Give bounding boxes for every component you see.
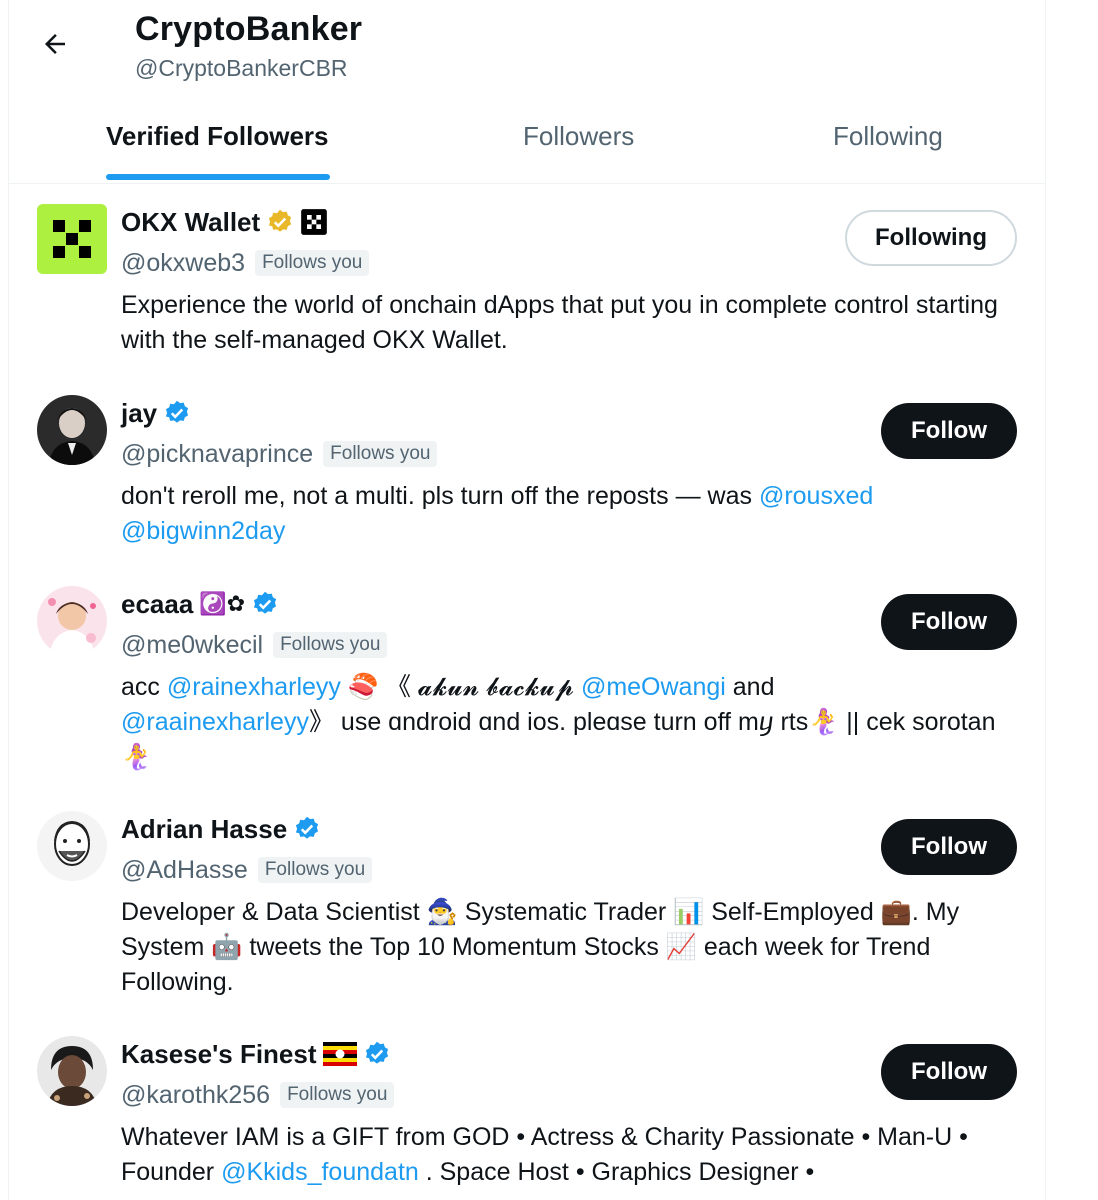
tab-followers[interactable]: Followers bbox=[523, 104, 634, 184]
bio-text: and bbox=[725, 673, 775, 701]
okx-affiliate-icon bbox=[301, 209, 328, 235]
main-column: CryptoBanker @CryptoBankerCBR Verified F… bbox=[8, 0, 1046, 1200]
user-name-line: jay bbox=[121, 395, 191, 431]
user-name-line: ecaaa ☯️✿ bbox=[121, 586, 279, 622]
follows-you-badge: Follows you bbox=[257, 857, 373, 883]
tab-following[interactable]: Following bbox=[833, 104, 943, 184]
handle-line: @AdHasse Follows you bbox=[121, 853, 373, 887]
blue-verified-badge-icon bbox=[166, 400, 189, 423]
user-bio: Developer & Data Scientist 🧙‍♂️ Systemat… bbox=[121, 898, 960, 996]
bio-text: don't reroll me, not a multi. pls turn o… bbox=[121, 482, 759, 510]
avatar[interactable] bbox=[37, 811, 107, 881]
avatar-photo bbox=[37, 395, 107, 465]
user-handle[interactable]: @karothk256 bbox=[121, 1081, 270, 1110]
user-bio: Whatever IAM is a GIFT from GOD • Actres… bbox=[121, 1120, 1011, 1190]
follow-button[interactable]: Follow bbox=[881, 1044, 1017, 1100]
following-button[interactable]: Following bbox=[845, 210, 1017, 266]
user-name[interactable]: Adrian Hasse bbox=[121, 814, 287, 845]
follow-button[interactable]: Follow bbox=[881, 594, 1017, 650]
mention-link[interactable]: @raainexharleyy bbox=[121, 708, 309, 736]
user-handle[interactable]: @AdHasse bbox=[121, 856, 248, 885]
bio-text: . Space Host • Graphics Designer • bbox=[418, 1158, 815, 1186]
user-name-line: OKX Wallet bbox=[121, 204, 328, 240]
avatar-photo bbox=[37, 586, 107, 656]
follows-you-badge: Follows you bbox=[255, 250, 370, 276]
avatar-photo bbox=[37, 811, 107, 881]
user-bio: acc @rainexharleyy 🍣 《 𝓪𝓴𝓾𝓷 𝓫𝓪𝓬𝓴𝓾𝓹 @meOw… bbox=[121, 670, 1011, 775]
name-emoji: ☯️✿ bbox=[199, 591, 246, 616]
handle-line: @okxweb3 Follows you bbox=[121, 246, 370, 280]
avatar[interactable] bbox=[37, 395, 107, 465]
user-bio: don't reroll me, not a multi. pls turn o… bbox=[121, 479, 1011, 549]
profile-handle: @CryptoBankerCBR bbox=[135, 55, 348, 81]
blue-verified-badge-icon bbox=[296, 816, 319, 839]
avatar[interactable] bbox=[37, 586, 107, 656]
handle-line: @karothk256 Follows you bbox=[121, 1078, 395, 1112]
avatar[interactable] bbox=[37, 204, 107, 274]
mention-link[interactable]: @rousxed bbox=[759, 482, 873, 510]
mention-link[interactable]: @meOwangi bbox=[581, 673, 726, 701]
uganda-flag-icon bbox=[322, 1042, 357, 1066]
blue-verified-badge-icon bbox=[365, 1041, 388, 1064]
handle-line: @me0wkecil Follows you bbox=[121, 628, 388, 662]
okx-logo-icon bbox=[37, 204, 107, 274]
follows-you-badge: Follows you bbox=[273, 632, 388, 658]
mention-link[interactable]: @bigwinn2day bbox=[121, 517, 285, 545]
bio-text: acc bbox=[121, 673, 167, 701]
tab-verified-followers[interactable]: Verified Followers bbox=[106, 104, 329, 184]
user-handle[interactable]: @picknavaprince bbox=[121, 440, 313, 469]
profile-name: CryptoBanker bbox=[135, 10, 363, 48]
gold-verified-badge-icon bbox=[269, 209, 292, 232]
follow-button[interactable]: Follow bbox=[881, 819, 1017, 875]
follows-you-badge: Follows you bbox=[280, 1082, 395, 1108]
active-tab-indicator bbox=[106, 174, 330, 180]
follows-you-badge: Follows you bbox=[323, 441, 438, 467]
back-button[interactable] bbox=[33, 22, 77, 66]
user-handle[interactable]: @okxweb3 bbox=[121, 249, 245, 278]
user-name-line: Kasese's Finest bbox=[121, 1036, 391, 1072]
user-name[interactable]: jay bbox=[121, 398, 157, 429]
tab-bar: Verified Followers Followers Following bbox=[9, 104, 1045, 184]
handle-line: @picknavaprince Follows you bbox=[121, 437, 438, 471]
arrow-left-icon bbox=[45, 34, 65, 54]
blue-verified-badge-icon bbox=[254, 591, 277, 614]
bio-text: 🍣 《 𝓪𝓴𝓾𝓷 𝓫𝓪𝓬𝓴𝓾𝓹 bbox=[340, 673, 581, 701]
user-handle[interactable]: @me0wkecil bbox=[121, 631, 263, 660]
mention-link[interactable]: @rainexharleyy bbox=[167, 673, 341, 701]
avatar[interactable] bbox=[37, 1036, 107, 1106]
user-name-line: Adrian Hasse bbox=[121, 811, 321, 847]
user-name[interactable]: Kasese's Finest bbox=[121, 1039, 317, 1070]
user-name[interactable]: ecaaa bbox=[121, 589, 193, 620]
avatar-photo bbox=[37, 1036, 107, 1106]
mention-link[interactable]: @Kkids_foundatn bbox=[221, 1158, 419, 1186]
user-name[interactable]: OKX Wallet bbox=[121, 207, 260, 238]
user-bio: Experience the world of onchain dApps th… bbox=[121, 291, 998, 354]
follow-button[interactable]: Follow bbox=[881, 403, 1017, 459]
